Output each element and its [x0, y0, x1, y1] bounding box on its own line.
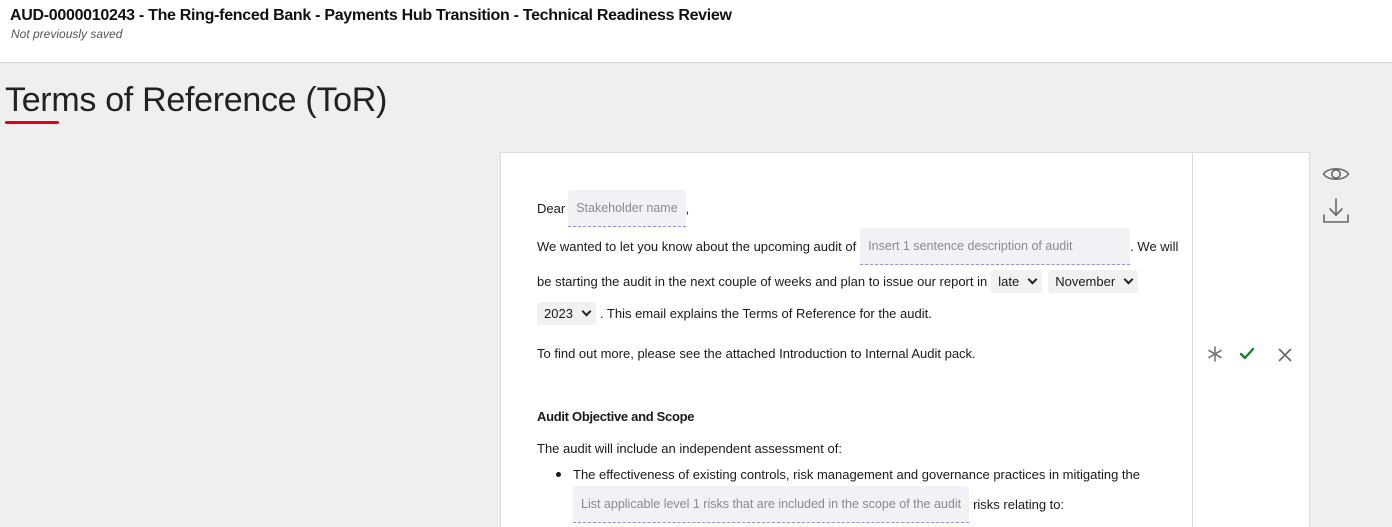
year-line: 2023 . This email explains the Terms of …: [537, 302, 932, 325]
heading-underline: [5, 121, 59, 124]
bullet-marker: [556, 472, 561, 477]
year-select-value: 2023: [544, 306, 573, 321]
greeting-comma: ,: [685, 201, 690, 216]
intro-suffix: . We will: [1130, 239, 1179, 254]
download-icon[interactable]: [1322, 197, 1350, 230]
scope-bullet-1: The effectiveness of existing controls, …: [573, 467, 1141, 482]
close-icon[interactable]: [1278, 348, 1292, 367]
page-title: Terms of Reference (ToR): [5, 81, 388, 119]
timing-text: be starting the audit in the next couple…: [537, 274, 988, 289]
chevron-down-icon: [581, 306, 592, 317]
timing-select[interactable]: late: [991, 270, 1043, 293]
top-bar: AUD-0000010243 - The Ring-fenced Bank - …: [0, 0, 1392, 63]
scope-heading: Audit Objective and Scope: [537, 409, 695, 424]
eye-icon[interactable]: [1322, 164, 1350, 189]
intro-text: We wanted to let you know about the upco…: [537, 239, 857, 254]
find-out-more-line: To find out more, please see the attache…: [537, 346, 976, 361]
card-divider: [1192, 153, 1193, 527]
timing-line: be starting the audit in the next couple…: [537, 270, 1141, 293]
greeting-text: Dear: [537, 201, 566, 216]
scope-intro: The audit will include an independent as…: [537, 441, 842, 456]
chevron-down-icon: [1123, 274, 1134, 285]
risks-line: List applicable level 1 risks that are i…: [573, 486, 1064, 523]
risks-suffix: risks relating to:: [973, 497, 1065, 512]
year-select[interactable]: 2023: [537, 302, 596, 325]
month-select[interactable]: November: [1048, 270, 1139, 293]
intro-line: We wanted to let you know about the upco…: [537, 228, 1178, 265]
chevron-down-icon: [1027, 274, 1038, 285]
risks-field[interactable]: List applicable level 1 risks that are i…: [573, 486, 970, 523]
timing-select-value: late: [998, 274, 1020, 289]
save-status: Not previously saved: [11, 27, 123, 41]
year-line-text: . This email explains the Terms of Refer…: [599, 306, 932, 321]
document-title: AUD-0000010243 - The Ring-fenced Bank - …: [10, 7, 732, 24]
check-icon[interactable]: [1239, 347, 1255, 366]
stakeholder-name-field[interactable]: Stakeholder name: [568, 190, 686, 227]
tor-editor-card: Dear Stakeholder name , We wanted to let…: [500, 152, 1310, 527]
greeting-line: Dear Stakeholder name ,: [537, 190, 689, 227]
asterisk-icon[interactable]: [1207, 346, 1223, 367]
audit-description-field[interactable]: Insert 1 sentence description of audit: [860, 228, 1131, 265]
month-select-value: November: [1055, 274, 1116, 289]
